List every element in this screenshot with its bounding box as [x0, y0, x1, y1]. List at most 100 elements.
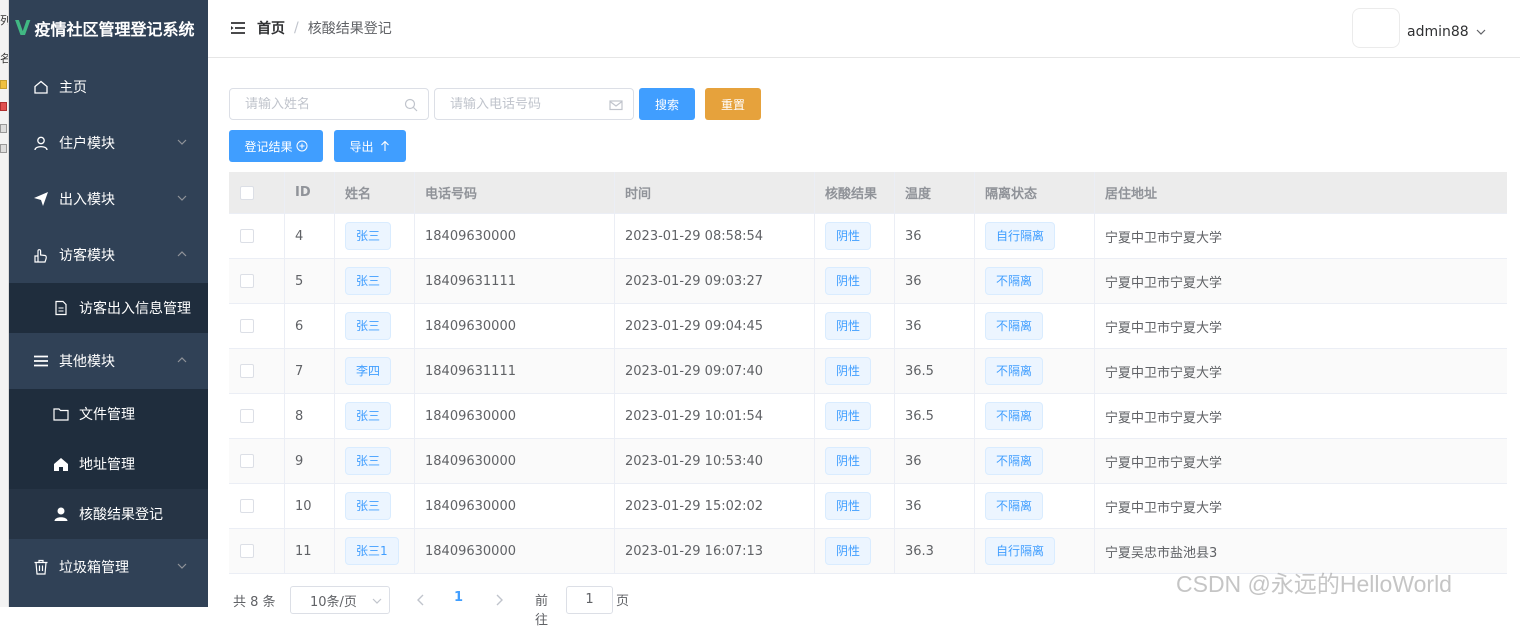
table-row[interactable]: 5 张三 18409631111 2023-01-29 09:03:27 阴性 36 不隔离… [229, 259, 1507, 304]
sidebar-item-files[interactable]: 文件管理 [9, 389, 208, 439]
result-tag: 阴性 [825, 357, 872, 385]
breadcrumb-separator: / [294, 20, 299, 36]
table-row[interactable]: 7 李四 18409631111 2023-01-29 09:07:40 阴性 36.5 不… [229, 349, 1507, 394]
temperature-cell: 36 [895, 484, 975, 528]
sidebar-item-home[interactable]: 主页 [9, 59, 208, 115]
sidebar-item-label: 地址管理 [79, 457, 135, 473]
sidebar-item-other[interactable]: 其他模块 [9, 333, 208, 389]
time-cell: 2023-01-29 08:58:54 [615, 214, 815, 258]
time-cell: 2023-01-29 15:02:02 [615, 484, 815, 528]
row-checkbox[interactable] [240, 319, 254, 333]
name-tag: 张三 [345, 267, 392, 295]
search-icon [404, 98, 418, 112]
name-search-field[interactable] [229, 88, 429, 120]
name-search-input[interactable] [245, 96, 395, 112]
edge-chip [0, 144, 7, 153]
column-header[interactable]: 核酸结果 [815, 172, 895, 213]
topbar: 首页 / 核酸结果登记 admin88 [208, 0, 1520, 58]
chevron-down-icon [177, 139, 187, 145]
row-checkbox[interactable] [240, 499, 254, 513]
time-cell: 2023-01-29 09:03:27 [615, 259, 815, 303]
goto-page-input[interactable]: 1 [566, 586, 613, 614]
export-label: 导出 [349, 139, 374, 154]
result-tag: 阴性 [825, 402, 872, 430]
column-header[interactable]: 温度 [895, 172, 975, 213]
time-cell: 2023-01-29 10:53:40 [615, 439, 815, 483]
column-header[interactable]: 隔离状态 [975, 172, 1095, 213]
address-cell: 宁夏中卫市宁夏大学 [1105, 365, 1223, 381]
sidebar: V 疫情社区管理登记系统 主页 住户模块 出入模块 访客模块 访客出入信息管理 [9, 0, 208, 607]
phone-cell: 18409631111 [415, 349, 615, 393]
hand-icon [33, 247, 49, 263]
document-icon [53, 300, 69, 316]
chevron-down-icon [177, 563, 187, 569]
avatar[interactable] [1352, 8, 1400, 48]
phone-search-input[interactable] [450, 96, 600, 112]
edge-chip [0, 102, 7, 111]
row-checkbox[interactable] [240, 544, 254, 558]
table-row[interactable]: 6 张三 18409630000 2023-01-29 09:04:45 阴性 36 不隔离… [229, 304, 1507, 349]
id-cell: 11 [285, 529, 335, 573]
select-all-checkbox[interactable] [240, 185, 254, 200]
register-result-button[interactable]: 登记结果 [229, 130, 323, 162]
phone-search-field[interactable] [434, 88, 634, 120]
sidebar-item-label: 核酸结果登记 [79, 507, 163, 523]
pagination: 共 8 条 10条/页 1 前往 1 页 [233, 586, 629, 628]
table-row[interactable]: 10 张三 18409630000 2023-01-29 15:02:02 阴性 36 不隔… [229, 484, 1507, 529]
id-cell: 5 [285, 259, 335, 303]
app-title: 疫情社区管理登记系统 [34, 20, 195, 39]
isolation-cell: 不隔离 [975, 349, 1095, 393]
result-cell: 阴性 [815, 439, 895, 483]
isolation-cell: 自行隔离 [975, 214, 1095, 258]
prev-page-icon[interactable] [413, 592, 429, 608]
table-body: 4 张三 18409630000 2023-01-29 08:58:54 阴性 36 自行隔… [229, 214, 1507, 574]
result-tag: 阴性 [825, 222, 872, 250]
sidebar-item-nucleic-results[interactable]: 核酸结果登记 [9, 489, 208, 539]
column-header[interactable]: ID [285, 172, 335, 213]
table-row[interactable]: 8 张三 18409630000 2023-01-29 10:01:54 阴性 36.5 不… [229, 394, 1507, 439]
table-row[interactable]: 4 张三 18409630000 2023-01-29 08:58:54 阴性 36 自行隔… [229, 214, 1507, 259]
column-header[interactable]: 电话号码 [415, 172, 615, 213]
isolation-tag: 自行隔离 [985, 222, 1056, 250]
breadcrumb: 首页 / 核酸结果登记 [257, 18, 392, 38]
reset-button[interactable]: 重置 [705, 88, 761, 120]
result-tag: 阴性 [825, 447, 872, 475]
breadcrumb-home[interactable]: 首页 [257, 18, 285, 38]
user-dropdown[interactable]: admin88 [1407, 24, 1487, 40]
sidebar-item-label: 主页 [59, 80, 87, 96]
temperature-cell: 36 [895, 214, 975, 258]
column-header[interactable]: 时间 [615, 172, 815, 213]
page-size-select[interactable]: 10条/页 [290, 586, 390, 614]
result-cell: 阴性 [815, 484, 895, 528]
edge-fragment: 列 [0, 12, 8, 28]
row-checkbox[interactable] [240, 229, 254, 243]
name-cell: 张三 [335, 394, 415, 438]
sidebar-item-trash[interactable]: 垃圾箱管理 [9, 539, 208, 595]
mail-icon [609, 100, 623, 111]
sidebar-item-addresses[interactable]: 地址管理 [9, 439, 208, 489]
next-page-icon[interactable] [491, 592, 507, 608]
result-tag: 阴性 [825, 492, 872, 520]
sidebar-item-access[interactable]: 出入模块 [9, 171, 208, 227]
column-header[interactable]: 姓名 [335, 172, 415, 213]
sidebar-item-visitors[interactable]: 访客模块 [9, 227, 208, 283]
name-tag: 张三 [345, 402, 392, 430]
page-number[interactable]: 1 [454, 590, 463, 605]
sidebar-item-label: 住户模块 [59, 136, 115, 152]
row-checkbox[interactable] [240, 364, 254, 378]
export-button[interactable]: 导出 [334, 130, 406, 162]
search-button[interactable]: 搜索 [639, 88, 695, 120]
row-checkbox-cell [229, 214, 285, 258]
column-header[interactable]: 居住地址 [1095, 172, 1507, 213]
user-icon [33, 135, 49, 151]
hamburger-icon[interactable] [230, 20, 246, 36]
row-checkbox[interactable] [240, 274, 254, 288]
sidebar-item-residents[interactable]: 住户模块 [9, 115, 208, 171]
row-checkbox[interactable] [240, 454, 254, 468]
table-row[interactable]: 9 张三 18409630000 2023-01-29 10:53:40 阴性 36 不隔离… [229, 439, 1507, 484]
name-tag: 张三 [345, 492, 392, 520]
row-checkbox[interactable] [240, 409, 254, 423]
sidebar-item-visitor-records[interactable]: 访客出入信息管理 [9, 283, 208, 333]
table-header: ID 姓名 电话号码 时间 核酸结果 温度 隔离状态 居住地址 [229, 172, 1507, 214]
phone-cell: 18409630000 [415, 394, 615, 438]
